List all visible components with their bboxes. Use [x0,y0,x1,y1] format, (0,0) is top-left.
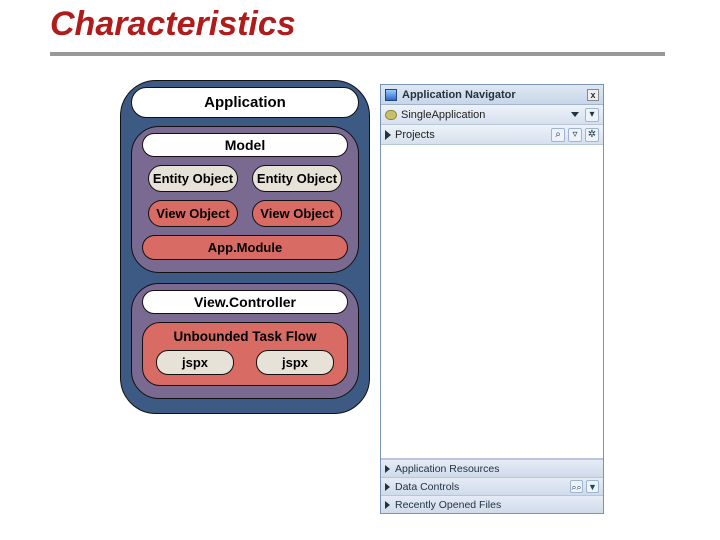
structure-icon[interactable]: ▾ [585,108,599,122]
model-container: Model Entity Object Entity Object View O… [131,126,359,273]
filter-icon[interactable]: ▿ [568,128,582,142]
taskflow-label: Unbounded Task Flow [153,327,337,350]
application-navigator-panel: Application Navigator x SingleApplicatio… [380,84,604,514]
expand-icon [385,483,390,491]
view-controller-label: View.Controller [142,290,348,314]
projects-header[interactable]: Projects ⌕ ▿ ✲ [381,125,603,145]
funnel-icon[interactable]: ▼ [586,480,599,493]
projects-label: Projects [395,129,435,141]
application-icon [385,110,397,120]
view-controller-container: View.Controller Unbounded Task Flow jspx… [131,283,359,399]
architecture-diagram: Application Model Entity Object Entity O… [120,80,370,414]
section-label: Recently Opened Files [395,499,501,511]
page-title: Characteristics [50,5,296,44]
section-application-resources[interactable]: Application Resources [381,459,603,477]
section-label: Data Controls [395,481,459,493]
navigator-titlebar: Application Navigator x [381,85,603,105]
view-object-box: View Object [148,200,238,227]
expand-icon [385,465,390,473]
section-data-controls[interactable]: Data Controls ⌕⌕ ▼ [381,477,603,495]
close-icon[interactable]: x [587,89,599,101]
app-module-box: App.Module [142,235,348,260]
taskflow-container: Unbounded Task Flow jspx jspx [142,322,348,386]
section-recent-files[interactable]: Recently Opened Files [381,495,603,513]
project-tree[interactable] [381,145,603,459]
gear-icon[interactable]: ✲ [585,128,599,142]
app-navigator-icon [385,89,397,101]
jspx-box: jspx [156,350,234,375]
entity-object-box: Entity Object [148,165,238,192]
binoculars-icon[interactable]: ⌕⌕ [570,480,583,493]
jspx-box: jspx [256,350,334,375]
application-container: Application Model Entity Object Entity O… [120,80,370,414]
section-label: Application Resources [395,463,499,475]
navigator-sections: Application Resources Data Controls ⌕⌕ ▼… [381,459,603,513]
expand-icon [385,130,391,140]
application-selector[interactable]: SingleApplication ▾ [381,105,603,125]
view-object-box: View Object [252,200,342,227]
title-underline [50,52,665,56]
model-label: Model [142,133,348,157]
search-icon[interactable]: ⌕ [551,128,565,142]
navigator-title: Application Navigator [402,89,516,101]
application-label: Application [131,87,359,118]
expand-icon [385,501,390,509]
chevron-down-icon [571,112,579,117]
entity-object-box: Entity Object [252,165,342,192]
application-name: SingleApplication [401,109,485,121]
